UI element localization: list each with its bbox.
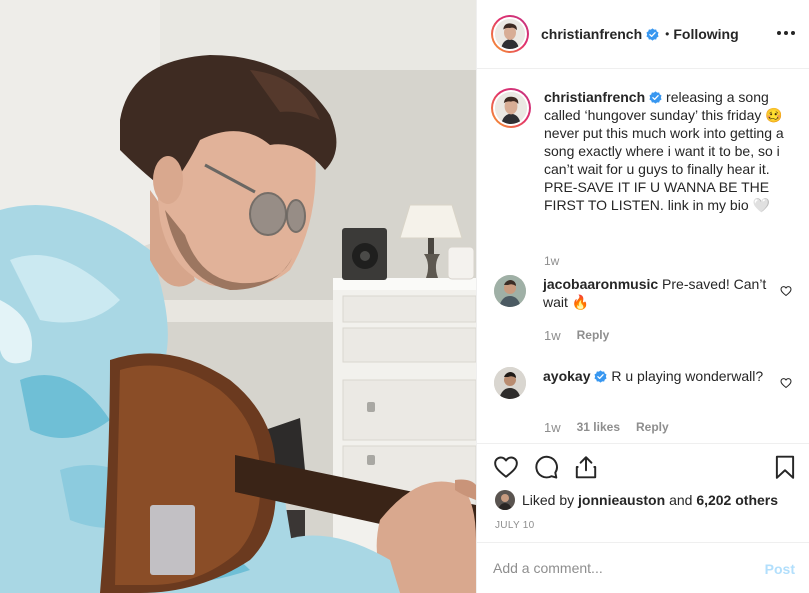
- post-header: christianfrench • Following: [477, 0, 809, 69]
- action-icons: [493, 454, 798, 482]
- caption-text: releasing a song called ‘hungover sunday…: [544, 89, 784, 213]
- post-photo[interactable]: [0, 0, 476, 593]
- comment-text: R u playing wonderwall?: [611, 368, 764, 384]
- liked-by-avatar[interactable]: [495, 490, 515, 510]
- comments-list[interactable]: christianfrench releasing a song called …: [477, 70, 809, 442]
- post-caption: christianfrench releasing a song called …: [491, 88, 801, 214]
- post-actions: Liked by jonnieauston and 6,202 others J…: [477, 443, 809, 593]
- liked-by: Liked by jonnieauston and 6,202 others: [495, 490, 778, 510]
- author-avatar[interactable]: [491, 15, 529, 53]
- bookmark-icon[interactable]: [772, 454, 798, 480]
- comment-icon[interactable]: [533, 454, 559, 480]
- author-username[interactable]: christianfrench: [541, 26, 642, 42]
- avatar-image: [494, 367, 526, 399]
- separator-dot: •: [665, 27, 670, 41]
- caption-timestamp[interactable]: 1w: [544, 254, 559, 268]
- comment-username[interactable]: jacobaaronmusic: [543, 276, 658, 292]
- share-icon[interactable]: [573, 454, 599, 480]
- commenter-avatar[interactable]: [494, 367, 526, 399]
- caption-avatar[interactable]: [491, 88, 531, 128]
- avatar-image: [495, 19, 525, 49]
- verified-badge-icon: [594, 370, 607, 383]
- likes-count-button[interactable]: 6,202 others: [696, 492, 778, 508]
- more-options-icon[interactable]: [777, 25, 795, 41]
- heart-icon[interactable]: [493, 454, 519, 480]
- add-comment-bar: Post: [477, 542, 809, 593]
- commenter-avatar[interactable]: [494, 275, 526, 307]
- comment-timestamp[interactable]: 1w: [544, 420, 561, 435]
- post-date[interactable]: JULY 10: [495, 520, 535, 531]
- liked-by-prefix: Liked by: [522, 492, 575, 508]
- liked-by-username[interactable]: jonnieauston: [578, 492, 665, 508]
- comment-item: ayokay R u playing wonderwall?: [494, 367, 800, 399]
- reply-button[interactable]: Reply: [577, 328, 610, 343]
- caption-username[interactable]: christianfrench: [544, 89, 645, 105]
- comment-meta: 1w Reply: [544, 328, 625, 343]
- comment-username[interactable]: ayokay: [543, 368, 590, 384]
- post-comment-button[interactable]: Post: [765, 561, 795, 577]
- following-button[interactable]: Following: [673, 26, 738, 42]
- avatar-image: [495, 92, 527, 124]
- comment-timestamp[interactable]: 1w: [544, 328, 561, 343]
- avatar-image: [494, 275, 526, 307]
- verified-badge-icon: [649, 91, 662, 104]
- like-comment-heart-icon[interactable]: [780, 377, 792, 389]
- comment-likes-count[interactable]: 31 likes: [577, 420, 620, 435]
- avatar-image: [495, 490, 515, 510]
- verified-badge-icon: [646, 27, 659, 41]
- comment-meta: 1w 31 likes Reply: [544, 420, 685, 435]
- comment-input[interactable]: [493, 560, 743, 576]
- liked-by-and: and: [669, 492, 693, 508]
- reply-button[interactable]: Reply: [636, 420, 669, 435]
- photo-illustration: [0, 0, 476, 593]
- like-comment-heart-icon[interactable]: [780, 285, 792, 297]
- post-details-panel: christianfrench • Following christianfre…: [476, 0, 809, 593]
- comment-item: jacobaaronmusic Pre-saved! Can’t wait 🔥: [494, 275, 800, 311]
